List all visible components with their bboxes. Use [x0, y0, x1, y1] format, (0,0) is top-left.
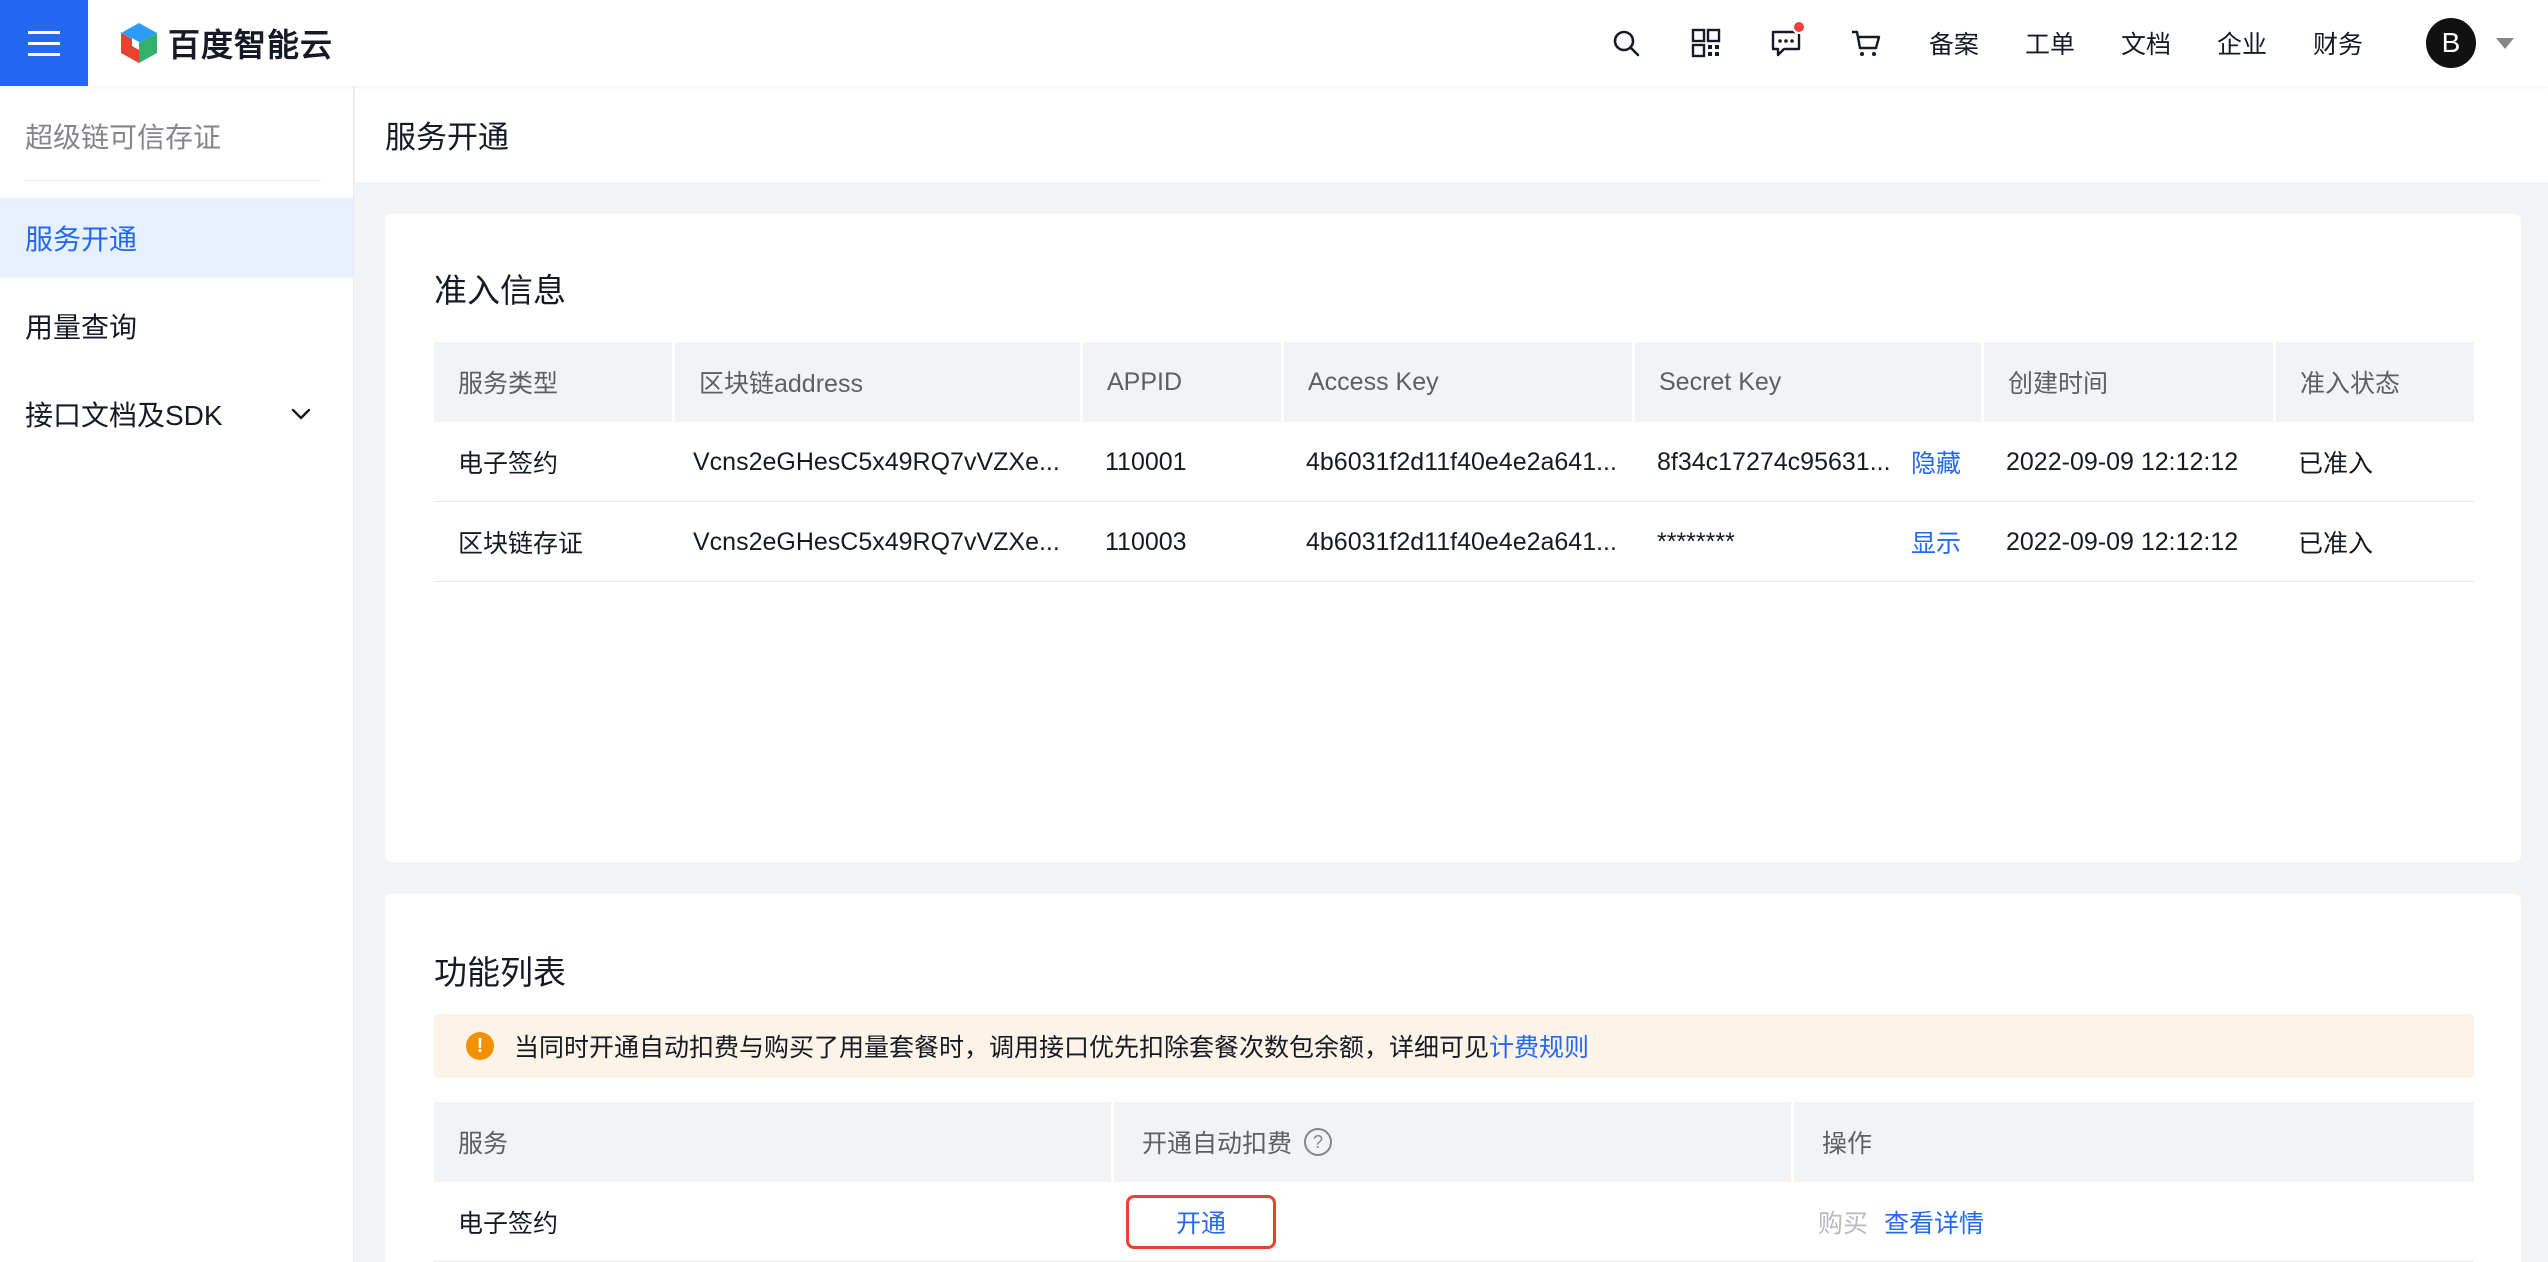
cell-access-key: 4b6031f2d11f40e4e2a641... [1306, 447, 1617, 476]
buy-link: 购买 [1818, 1210, 1869, 1238]
column-header: 区块链address [675, 342, 1083, 422]
notice-text: 当同时开通自动扣费与购买了用量套餐时，调用接口优先扣除套餐次数包余额，详细可见 [514, 1034, 1490, 1062]
nav-link-enterprise[interactable]: 企业 [2217, 25, 2267, 61]
show-secret-link[interactable]: 显示 [1911, 524, 1961, 560]
cell-address: Vcns2eGHesC5x49RQ7vVZXe... [693, 527, 1060, 556]
brand-name: 百度智能云 [168, 27, 334, 63]
warning-icon: ! [466, 1032, 494, 1060]
column-header: 操作 [1822, 1130, 1873, 1158]
cart-button[interactable] [1826, 0, 1906, 86]
billing-rules-link[interactable]: 计费规则 [1489, 1028, 1589, 1064]
menu-icon [28, 30, 60, 56]
billing-notice: ! 当同时开通自动扣费与购买了用量套餐时，调用接口优先扣除套餐次数包余额，详细可… [434, 1014, 2474, 1078]
column-header: 创建时间 [1984, 342, 2276, 422]
cart-icon [1851, 30, 1881, 56]
table-row: 电子签约 Vcns2eGHesC5x49RQ7vVZXe... 110001 4… [434, 422, 2474, 502]
cell-service: 电子签约 [458, 1210, 559, 1238]
column-header: 服务 [434, 1102, 1114, 1182]
cell-secret-key: ******** [1657, 527, 1735, 556]
sidebar-item-api-docs-sdk[interactable]: 接口文档及SDK [0, 374, 353, 454]
messages-button[interactable] [1746, 0, 1826, 86]
sidebar-item-label: 用量查询 [25, 312, 138, 343]
search-icon [1613, 30, 1640, 57]
column-header-auto-pay: 开通自动扣费 ? [1114, 1102, 1794, 1182]
column-header: 开通自动扣费 [1142, 1130, 1293, 1158]
cell-status: 已准入 [2298, 530, 2374, 558]
hide-secret-link[interactable]: 隐藏 [1911, 444, 1961, 480]
access-info-title: 准入信息 [434, 272, 566, 309]
search-button[interactable] [1586, 0, 1666, 86]
cell-appid: 110001 [1105, 447, 1187, 476]
question-icon[interactable]: ? [1304, 1128, 1333, 1156]
table-header: 服务类型 区块链address APPID Access Key Secret … [434, 342, 2474, 422]
access-info-table: 服务类型 区块链address APPID Access Key Secret … [434, 342, 2474, 582]
table-row: 区块链存证 Vcns2eGHesC5x49RQ7vVZXe... 110003 … [434, 502, 2474, 582]
chevron-down-icon [291, 408, 311, 420]
cell-secret-key: 8f34c17274c95631... [1657, 447, 1891, 476]
table-row: 电子签约 开通 购买 查看详情 [434, 1182, 2474, 1262]
access-info-card: 准入信息 服务类型 区块链address APPID Access Key Se… [385, 214, 2521, 862]
feature-list-title: 功能列表 [434, 954, 566, 991]
cell-service-type: 电子签约 [458, 450, 559, 478]
logo-cube-icon [121, 23, 157, 63]
qrcode-icon [1691, 28, 1721, 58]
feature-list-card: 功能列表 ! 当同时开通自动扣费与购买了用量套餐时，调用接口优先扣除套餐次数包余… [385, 894, 2521, 1262]
cell-status: 已准入 [2298, 450, 2374, 478]
cell-address: Vcns2eGHesC5x49RQ7vVZXe... [693, 447, 1060, 476]
chevron-down-icon[interactable] [2496, 37, 2514, 49]
feature-table: 服务 开通自动扣费 ? 操作 电子签约 开通 购买 查看详情 [434, 1102, 2474, 1262]
brand-logo[interactable]: 百度智能云 [118, 16, 333, 70]
sidebar-title: 超级链可信存证 [25, 122, 222, 153]
column-header: 服务类型 [434, 342, 675, 422]
nav-link-docs[interactable]: 文档 [2121, 25, 2171, 61]
sidebar: 超级链可信存证 服务开通 用量查询 接口文档及SDK [0, 86, 354, 1262]
top-bar: 百度智能云 备案 工单 文档 企业 财务 B [0, 0, 2548, 86]
hamburger-menu-button[interactable] [0, 0, 88, 86]
cell-created-time: 2022-09-09 12:12:12 [2006, 447, 2239, 476]
sidebar-item-usage-query[interactable]: 用量查询 [0, 286, 353, 366]
column-header: Access Key [1284, 342, 1635, 422]
qrcode-button[interactable] [1666, 0, 1746, 86]
table-header: 服务 开通自动扣费 ? 操作 [434, 1102, 2474, 1182]
cell-access-key: 4b6031f2d11f40e4e2a641... [1306, 527, 1617, 556]
column-header: Secret Key [1635, 342, 1984, 422]
avatar[interactable]: B [2426, 18, 2476, 68]
view-details-link[interactable]: 查看详情 [1884, 1204, 1984, 1240]
notification-dot [1791, 20, 1806, 34]
nav-link-tickets[interactable]: 工单 [2025, 25, 2075, 61]
nav-link-finance[interactable]: 财务 [2313, 25, 2363, 61]
cell-service-type: 区块链存证 [458, 530, 584, 558]
sidebar-item-label: 接口文档及SDK [25, 400, 223, 431]
sidebar-item-label: 服务开通 [25, 224, 138, 255]
cell-appid: 110003 [1105, 527, 1187, 556]
nav-link-filing[interactable]: 备案 [1929, 25, 1979, 61]
sidebar-item-service-activation[interactable]: 服务开通 [0, 198, 353, 278]
column-header: 准入状态 [2300, 370, 2401, 398]
enable-auto-pay-button[interactable]: 开通 [1126, 1195, 1276, 1249]
page-title: 服务开通 [385, 120, 509, 155]
cell-created-time: 2022-09-09 12:12:12 [2006, 527, 2239, 556]
page-header: 服务开通 [355, 86, 2548, 182]
column-header: APPID [1083, 342, 1284, 422]
sidebar-divider [25, 180, 321, 181]
